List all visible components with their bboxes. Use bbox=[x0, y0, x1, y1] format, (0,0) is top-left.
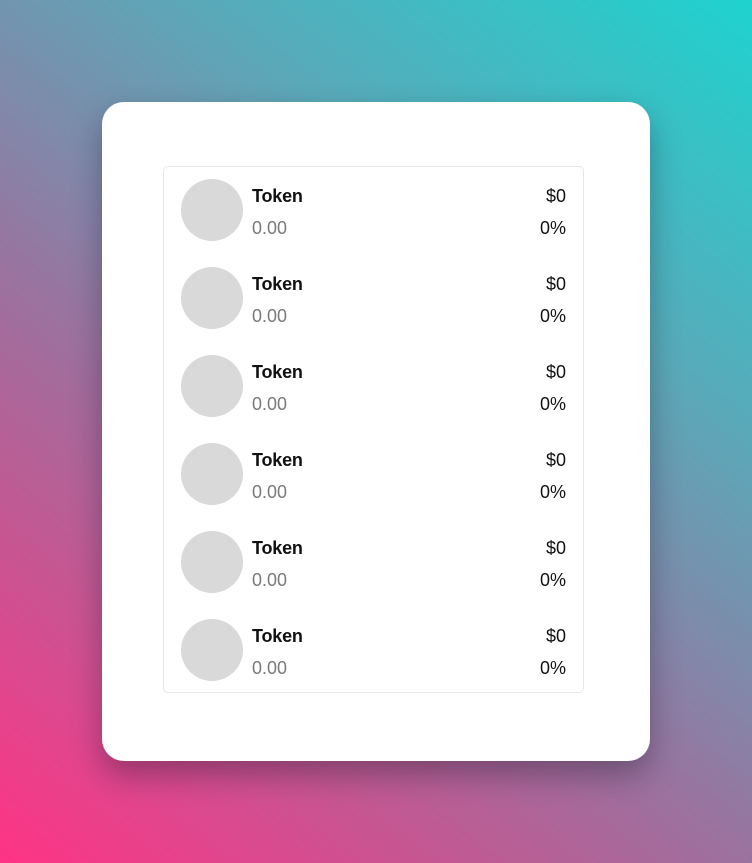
token-value: $0 bbox=[545, 274, 566, 294]
token-name: Token bbox=[252, 538, 303, 558]
token-value: $0 bbox=[545, 538, 566, 558]
token-list: Token 0.00 $0 0% Token 0.00 $0 0% Token … bbox=[163, 166, 584, 693]
token-name: Token bbox=[252, 626, 303, 646]
token-avatar-placeholder bbox=[181, 267, 243, 329]
token-change: 0% bbox=[539, 306, 566, 326]
token-avatar-placeholder bbox=[181, 443, 243, 505]
token-avatar-placeholder bbox=[181, 355, 243, 417]
token-name: Token bbox=[252, 450, 303, 470]
token-row[interactable]: Token 0.00 $0 0% bbox=[164, 343, 583, 431]
token-name: Token bbox=[252, 274, 303, 294]
token-row[interactable]: Token 0.00 $0 0% bbox=[164, 519, 583, 607]
token-row[interactable]: Token 0.00 $0 0% bbox=[164, 607, 583, 695]
token-value: $0 bbox=[545, 450, 566, 470]
token-change: 0% bbox=[539, 394, 566, 414]
token-value: $0 bbox=[545, 626, 566, 646]
token-value: $0 bbox=[545, 186, 566, 206]
token-change: 0% bbox=[539, 658, 566, 678]
token-avatar-placeholder bbox=[181, 619, 243, 681]
token-amount: 0.00 bbox=[252, 482, 288, 502]
token-change: 0% bbox=[539, 570, 566, 590]
token-name: Token bbox=[252, 362, 303, 382]
token-change: 0% bbox=[539, 482, 566, 502]
token-name: Token bbox=[252, 186, 303, 206]
token-change: 0% bbox=[539, 218, 566, 238]
token-amount: 0.00 bbox=[252, 570, 288, 590]
token-amount: 0.00 bbox=[252, 658, 288, 678]
token-avatar-placeholder bbox=[181, 531, 243, 593]
token-row[interactable]: Token 0.00 $0 0% bbox=[164, 255, 583, 343]
token-amount: 0.00 bbox=[252, 394, 288, 414]
token-card: Token 0.00 $0 0% Token 0.00 $0 0% Token … bbox=[102, 102, 650, 761]
token-row[interactable]: Token 0.00 $0 0% bbox=[164, 167, 583, 255]
token-value: $0 bbox=[545, 362, 566, 382]
token-row[interactable]: Token 0.00 $0 0% bbox=[164, 431, 583, 519]
token-avatar-placeholder bbox=[181, 179, 243, 241]
token-amount: 0.00 bbox=[252, 218, 288, 238]
token-amount: 0.00 bbox=[252, 306, 288, 326]
